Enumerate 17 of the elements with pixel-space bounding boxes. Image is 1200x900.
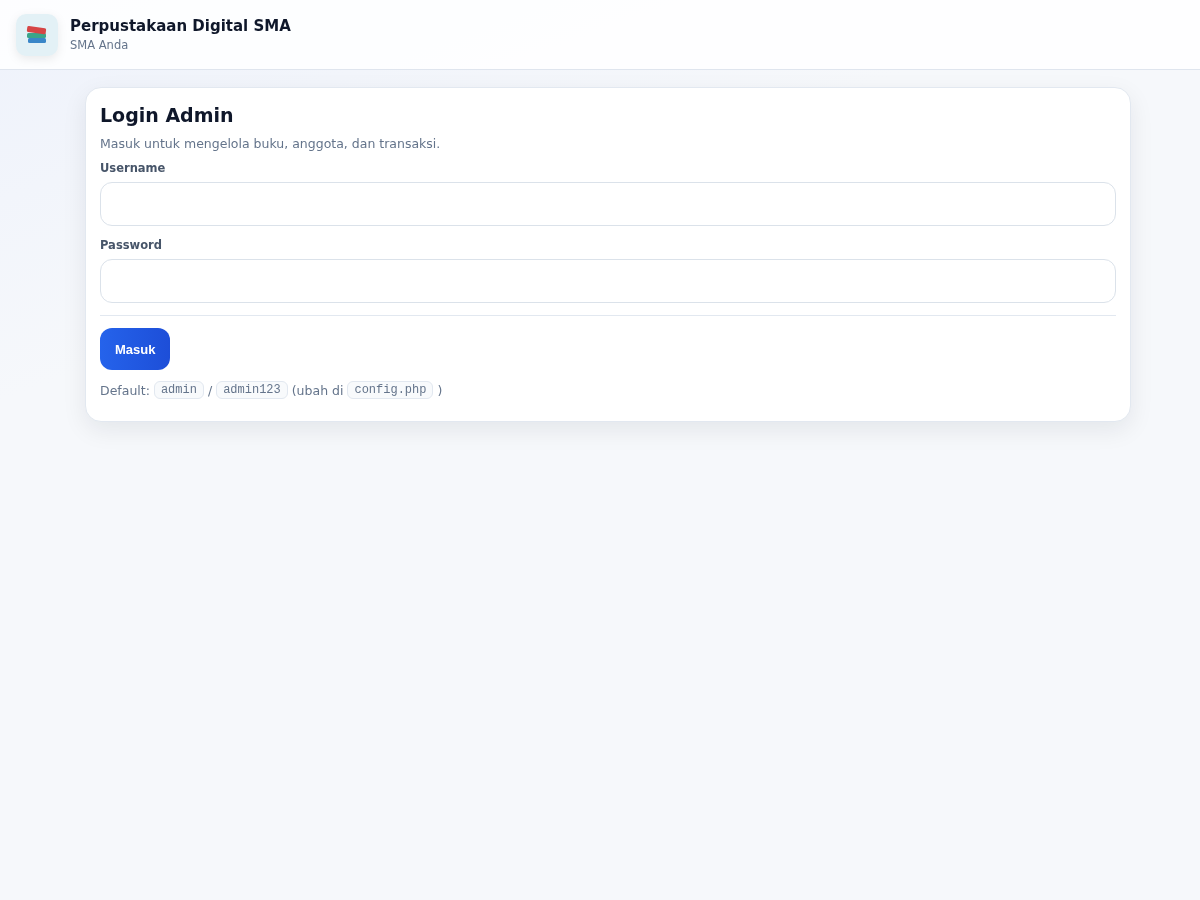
hint-text: (ubah di bbox=[291, 382, 344, 398]
field-label: Password bbox=[100, 238, 162, 252]
input-field[interactable] bbox=[100, 182, 1116, 226]
app-title: Perpustakaan Digital SMA bbox=[70, 17, 291, 35]
school-name: SMA Anda bbox=[70, 38, 130, 52]
login-button[interactable]: Masuk bbox=[100, 328, 171, 370]
hint-text: Default: bbox=[100, 382, 150, 398]
hint-text: ) bbox=[437, 382, 443, 398]
field-label: Username bbox=[100, 161, 166, 175]
code-snippet: admin123 bbox=[216, 381, 288, 399]
card-description: Masuk untuk mengelola buku, anggota, dan transaksi. bbox=[100, 136, 441, 151]
code-snippet: admin bbox=[153, 381, 204, 399]
input-field[interactable] bbox=[100, 259, 1116, 303]
card-title: Login Admin bbox=[100, 104, 234, 126]
hint-text: / bbox=[207, 382, 213, 398]
code-snippet: config.php bbox=[347, 381, 434, 399]
books-icon bbox=[16, 13, 58, 56]
